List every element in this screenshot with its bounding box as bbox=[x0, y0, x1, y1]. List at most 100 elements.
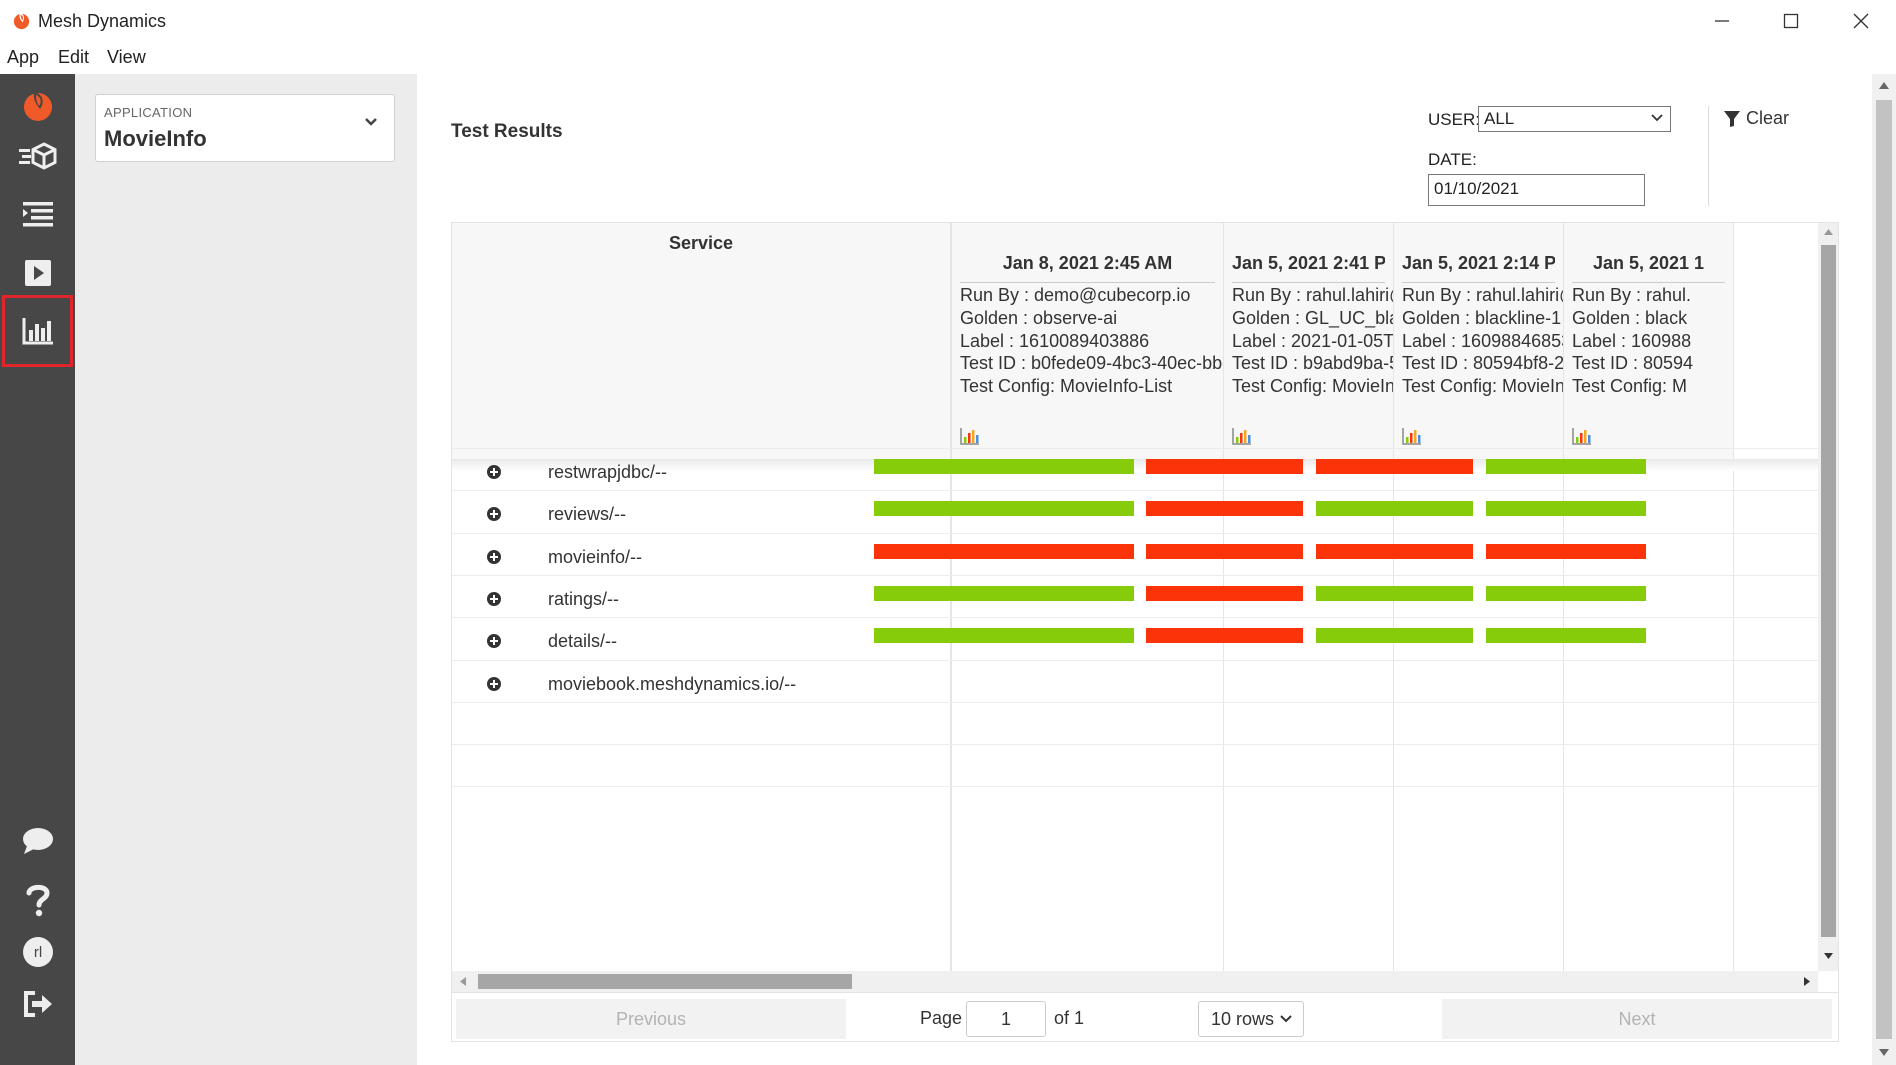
window-vertical-scrollbar[interactable] bbox=[1872, 74, 1896, 1065]
avatar: rl bbox=[22, 937, 53, 967]
result-bar-fail[interactable] bbox=[1146, 628, 1303, 644]
result-bar-pass[interactable] bbox=[1316, 585, 1473, 601]
result-bar-fail[interactable] bbox=[1146, 459, 1303, 474]
table-vertical-scroll-thumb[interactable] bbox=[1821, 245, 1836, 937]
expand-plus-icon[interactable] bbox=[487, 634, 501, 649]
result-bar-pass[interactable] bbox=[874, 501, 1134, 517]
page-number-input[interactable]: 1 bbox=[966, 1001, 1046, 1037]
run-chart-icon[interactable] bbox=[1402, 427, 1422, 445]
menu-edit[interactable]: Edit bbox=[58, 47, 89, 68]
rows-per-page-value: 10 rows bbox=[1211, 1009, 1275, 1029]
run-golden: Golden : blackline-1 bbox=[1402, 308, 1562, 328]
run-chart-icon[interactable] bbox=[960, 427, 980, 445]
run-run-by: Run By : rahul. bbox=[1572, 285, 1692, 305]
menu-app[interactable]: App bbox=[7, 47, 39, 68]
maximize-icon bbox=[1783, 13, 1799, 29]
pagination: Previous Page 1 of 1 10 rows Next bbox=[452, 992, 1838, 1041]
user-filter-select[interactable]: ALL bbox=[1478, 106, 1671, 132]
scroll-up-icon[interactable] bbox=[1879, 82, 1889, 89]
chevron-down-icon bbox=[1651, 114, 1663, 122]
result-bar-fail[interactable] bbox=[874, 543, 1134, 559]
test-results-table: Service Jan 8, 2021 2:45 AM Run By : demo… bbox=[451, 222, 1839, 1042]
result-bar-fail[interactable] bbox=[1316, 459, 1473, 474]
window-title-bar: Mesh Dynamics bbox=[0, 0, 1896, 42]
table-vertical-scrollbar[interactable] bbox=[1818, 223, 1838, 971]
window-scroll-thumb[interactable] bbox=[1876, 100, 1892, 1039]
run-run-by: Run By : rahul.lahiri@mes bbox=[1402, 285, 1563, 305]
result-bar-pass[interactable] bbox=[1486, 459, 1646, 474]
result-bar-pass[interactable] bbox=[874, 628, 1134, 644]
service-name: ratings/-- bbox=[548, 588, 620, 609]
expand-plus-icon[interactable] bbox=[487, 549, 501, 564]
result-bar-pass[interactable] bbox=[1486, 628, 1646, 644]
result-bar-fail[interactable] bbox=[1316, 543, 1473, 559]
run-date: Jan 5, 2021 2:41 PM bbox=[1232, 253, 1385, 283]
sidebar-item-test-results[interactable] bbox=[2, 295, 73, 367]
run-chart-icon[interactable] bbox=[1572, 427, 1592, 445]
chat-icon bbox=[22, 828, 53, 854]
table-horizontal-scrollbar[interactable] bbox=[452, 971, 1818, 992]
expand-plus-icon[interactable] bbox=[487, 507, 501, 522]
menu-view[interactable]: View bbox=[107, 47, 146, 68]
expand-plus-icon[interactable] bbox=[487, 591, 501, 606]
table-horizontal-scroll-thumb[interactable] bbox=[478, 974, 852, 989]
service-name: restwrapjdbc/-- bbox=[548, 462, 668, 482]
result-bar-fail[interactable] bbox=[1146, 501, 1303, 517]
result-bar-pass[interactable] bbox=[874, 459, 1134, 474]
expand-plus-icon[interactable] bbox=[487, 465, 501, 479]
run-test-id: Test ID : b9abd9ba-5b4d- bbox=[1232, 353, 1393, 373]
service-name: reviews/-- bbox=[548, 504, 627, 525]
run-date: Jan 8, 2021 2:45 AM bbox=[960, 253, 1215, 283]
clear-filters-button[interactable]: Clear bbox=[1723, 108, 1789, 129]
expand-plus-icon[interactable] bbox=[487, 676, 501, 691]
table-row: ratings/-- bbox=[452, 574, 1818, 617]
close-window-button[interactable] bbox=[1836, 5, 1886, 37]
avatar-initials: rl bbox=[33, 944, 41, 961]
maximize-button[interactable] bbox=[1766, 5, 1816, 37]
play-icon bbox=[24, 260, 51, 286]
run-test-config: Test Config: MovieInfo-Li bbox=[1402, 376, 1563, 396]
bar-chart-icon bbox=[22, 318, 53, 345]
scroll-down-icon[interactable] bbox=[1824, 953, 1833, 959]
run-run-by: Run By : rahul.lahiri@mes bbox=[1232, 285, 1393, 305]
run-test-config: Test Config: MovieInfo-Li bbox=[1232, 376, 1393, 396]
list-icon bbox=[22, 202, 53, 227]
sidebar-item-play[interactable] bbox=[0, 244, 75, 302]
application-panel: APPLICATION MovieInfo bbox=[75, 74, 417, 1065]
application-select[interactable]: APPLICATION MovieInfo bbox=[95, 94, 395, 162]
sidebar-item-help[interactable] bbox=[0, 871, 75, 929]
help-icon bbox=[26, 884, 50, 917]
run-label: Label : 1610089403886 bbox=[960, 331, 1150, 351]
application-select-label: APPLICATION bbox=[104, 105, 193, 120]
result-bar-fail[interactable] bbox=[1146, 585, 1303, 601]
page-count-label: of 1 bbox=[1054, 1008, 1085, 1028]
application-select-value: MovieInfo bbox=[104, 126, 207, 151]
scroll-up-icon[interactable] bbox=[1824, 229, 1833, 235]
sidebar-item-logout[interactable] bbox=[0, 975, 75, 1033]
minimize-button[interactable] bbox=[1697, 5, 1747, 37]
next-page-button[interactable]: Next bbox=[1442, 999, 1832, 1039]
table-row: moviebook.meshdynamics.io/-- bbox=[452, 659, 1818, 702]
rows-per-page-select[interactable]: 10 rows bbox=[1198, 1001, 1304, 1037]
service-name: details/-- bbox=[548, 631, 618, 652]
result-bar-pass[interactable] bbox=[1316, 628, 1473, 644]
user-filter-label: USER: bbox=[1428, 110, 1480, 129]
date-filter-input[interactable]: 01/10/2021 bbox=[1428, 174, 1645, 206]
sidebar-item-list[interactable] bbox=[0, 186, 75, 244]
previous-page-button[interactable]: Previous bbox=[456, 999, 846, 1039]
sidebar-item-chat[interactable] bbox=[0, 812, 75, 870]
run-chart-icon[interactable] bbox=[1232, 427, 1252, 445]
scroll-down-icon[interactable] bbox=[1879, 1049, 1889, 1056]
result-bar-pass[interactable] bbox=[874, 585, 1134, 601]
result-bar-pass[interactable] bbox=[1316, 501, 1473, 517]
result-bar-pass[interactable] bbox=[1486, 585, 1646, 601]
run-column-header: Jan 5, 2021 1 Run By : rahul. Golden : bla… bbox=[1564, 223, 1733, 459]
sidebar-item-test-config[interactable] bbox=[0, 127, 75, 185]
result-bar-fail[interactable] bbox=[1146, 543, 1303, 559]
result-bar-pass[interactable] bbox=[1486, 501, 1646, 517]
sidebar-item-profile[interactable]: rl bbox=[0, 923, 75, 981]
run-label: Label : 160988 bbox=[1572, 331, 1692, 351]
scroll-right-icon[interactable] bbox=[1804, 977, 1810, 986]
result-bar-fail[interactable] bbox=[1486, 543, 1646, 559]
scroll-left-icon[interactable] bbox=[460, 977, 466, 986]
